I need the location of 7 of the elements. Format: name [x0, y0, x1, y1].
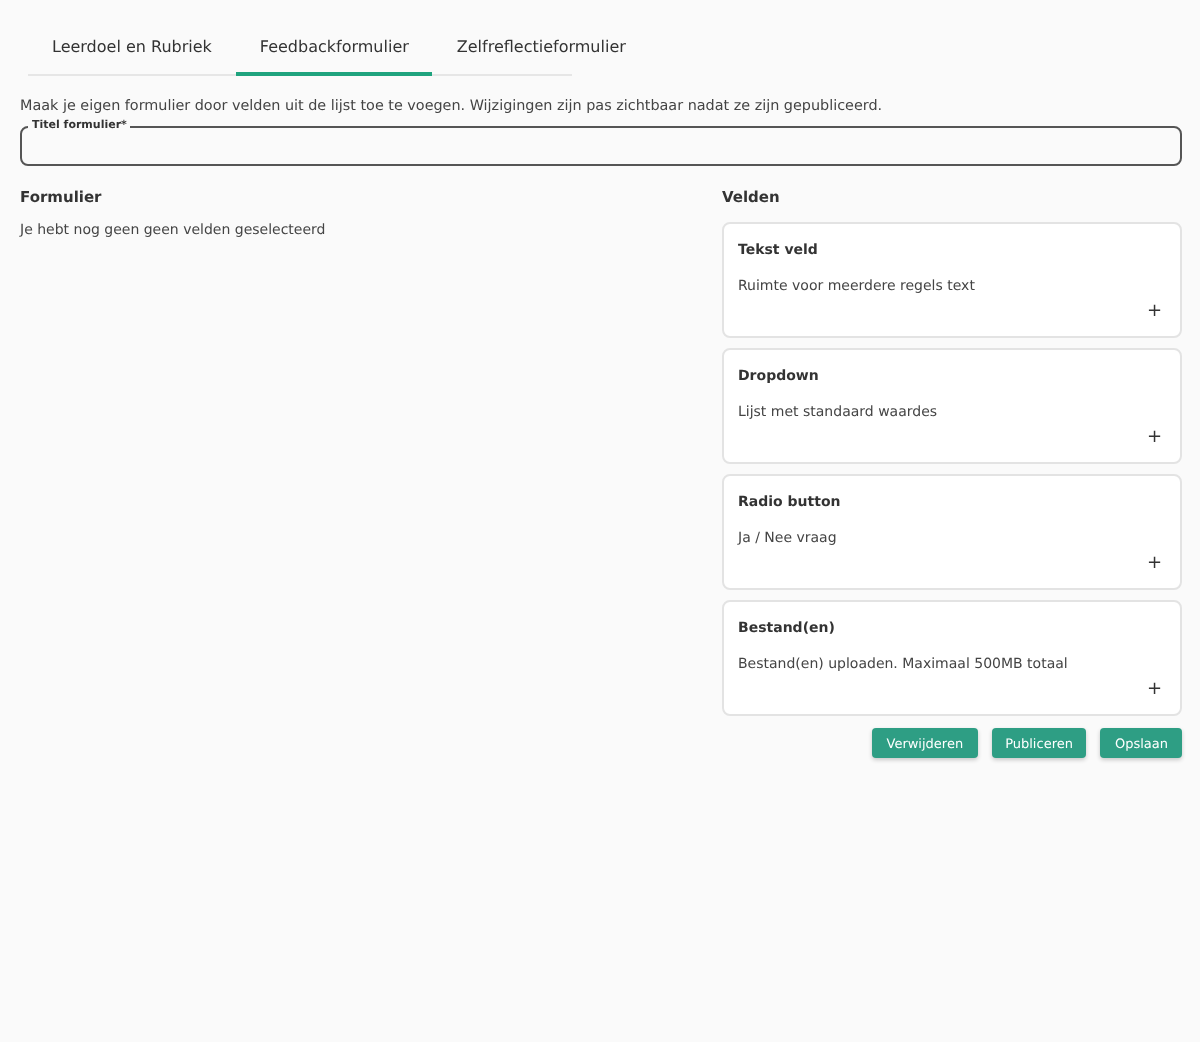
add-button[interactable]: + [1142, 430, 1166, 448]
tab[interactable]: Zelfreflectieformulier [432, 24, 650, 76]
tab[interactable]: Feedbackformulier [235, 24, 433, 76]
tab[interactable]: Leerdoel en Rubriek [28, 24, 236, 76]
add-button[interactable]: + [1142, 682, 1166, 700]
add-button[interactable]: + [1142, 556, 1166, 574]
add-button[interactable]: + [1142, 304, 1166, 322]
